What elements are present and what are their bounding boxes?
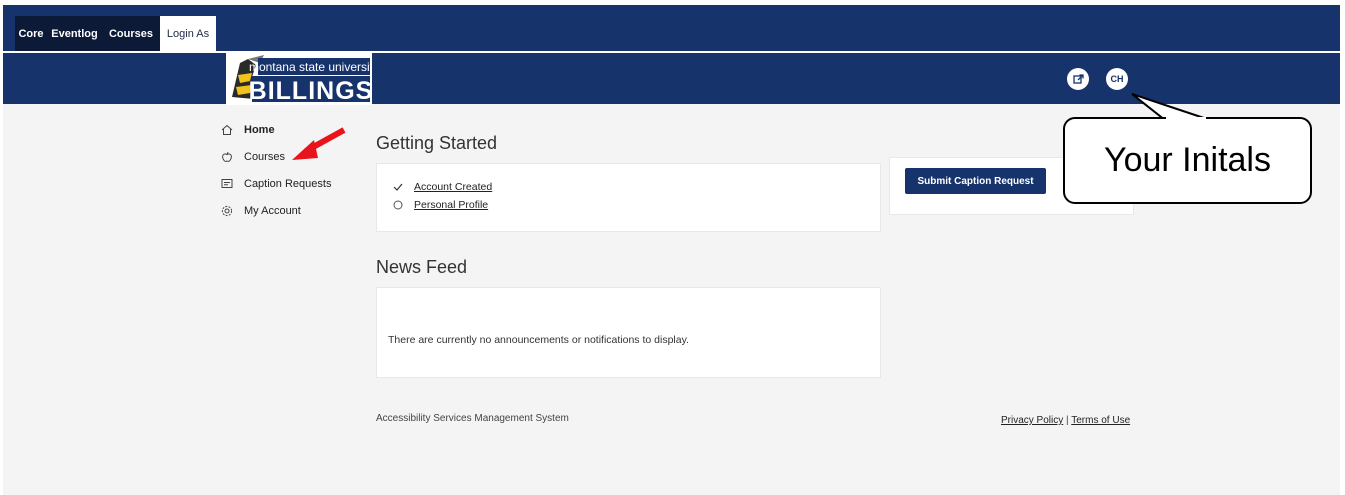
- your-initials-callout: Your Initals: [1063, 117, 1312, 204]
- callout-tail-join: [1166, 117, 1206, 121]
- annotation-layer: [292, 93, 1211, 160]
- red-arrow-annotation: [292, 127, 346, 160]
- callout-text: Your Initals: [1104, 141, 1271, 179]
